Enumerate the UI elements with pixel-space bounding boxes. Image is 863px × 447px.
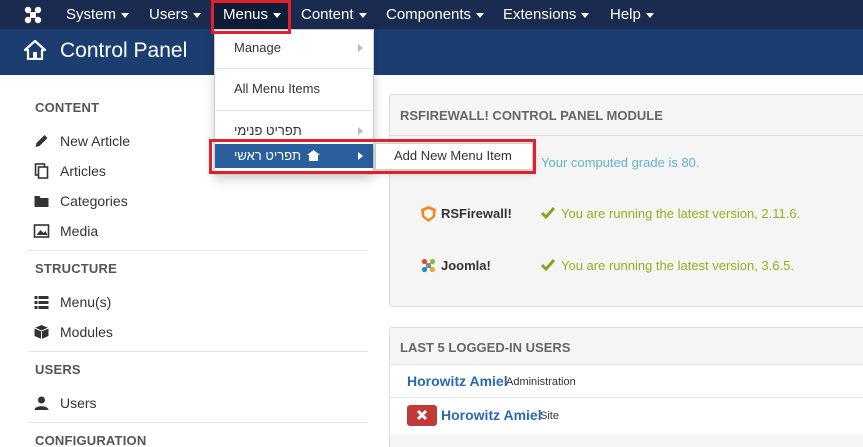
computed-grade: Your computed grade is 80. xyxy=(541,155,700,170)
sidebar-divider xyxy=(28,250,368,251)
dropdown-item-label: תפריט פנימי xyxy=(234,123,302,138)
check-icon xyxy=(541,259,555,271)
menu-system-label: System xyxy=(66,6,117,23)
caret-down-icon xyxy=(121,12,130,18)
page-title: Control Panel xyxy=(60,39,188,62)
menu-components-label: Components xyxy=(386,6,472,23)
menu-system[interactable]: System xyxy=(66,0,130,29)
menu-users-label: Users xyxy=(149,6,189,23)
sidebar-item-label: Menu(s) xyxy=(60,294,112,310)
rsfirewall-label: RSFirewall! xyxy=(441,206,512,221)
sidebar-item-users[interactable]: Users xyxy=(33,393,97,413)
menu-help[interactable]: Help xyxy=(610,0,654,29)
sidebar-item-label: Media xyxy=(60,223,99,239)
dropdown-divider xyxy=(215,110,373,111)
dropdown-item-label: All Menu Items xyxy=(234,81,320,96)
sidebar-item-label: Articles xyxy=(60,163,106,179)
dropdown-item-label: Manage xyxy=(234,40,281,55)
rsfirewall-shield-icon xyxy=(421,206,436,222)
chevron-right-icon xyxy=(358,44,363,52)
sidebar-heading-users: USERS xyxy=(35,362,81,377)
list-icon xyxy=(34,296,49,309)
user-icon xyxy=(34,396,49,410)
sidebar-heading-configuration: CONFIGURATION xyxy=(35,433,147,447)
user-location: Site xyxy=(540,410,559,422)
joomla-logo-icon[interactable] xyxy=(22,4,44,26)
annotation-highlight-add-item xyxy=(209,139,536,174)
menu-extensions-label: Extensions xyxy=(503,6,577,23)
sidebar-item-label: Categories xyxy=(60,193,128,209)
rsfirewall-version-status: You are running the latest version, 2.11… xyxy=(541,206,800,221)
home-icon xyxy=(24,40,46,60)
top-navbar: System Users Menus Content Components Ex… xyxy=(0,0,863,29)
folder-icon xyxy=(34,196,49,207)
grade-prefix: Your computed grade is xyxy=(541,155,682,170)
menu-content[interactable]: Content xyxy=(301,0,367,29)
menu-components[interactable]: Components xyxy=(386,0,485,29)
joomla-icon xyxy=(421,258,436,273)
sidebar-heading-content: CONTENT xyxy=(35,100,100,115)
user-name-link[interactable]: Horowitz Amiel xyxy=(441,407,542,423)
sidebar-item-label: Modules xyxy=(60,324,113,340)
sidebar-item-menus[interactable]: Menu(s) xyxy=(33,292,111,312)
sidebar-item-categories[interactable]: Categories xyxy=(33,191,128,211)
sidebar-item-label: New Article xyxy=(60,133,131,149)
dropdown-item-all-menu-items[interactable]: All Menu Items xyxy=(215,78,373,100)
menu-users[interactable]: Users xyxy=(149,0,202,29)
page-header: Control Panel xyxy=(0,29,863,75)
sidebar-item-new-article[interactable]: New Article xyxy=(33,131,130,151)
grade-value: 80 xyxy=(681,155,696,170)
stack-icon xyxy=(34,163,49,179)
sidebar-item-modules[interactable]: Modules xyxy=(33,322,113,342)
dropdown-item-manage[interactable]: Manage xyxy=(215,37,373,59)
rsfirewall-panel: RSFIREWALL! CONTROL PANEL MODULE xyxy=(389,94,863,307)
logout-user-button[interactable] xyxy=(407,405,437,426)
joomla-version-message: You are running the latest version, 3.6.… xyxy=(561,258,794,273)
joomla-label: Joomla! xyxy=(441,258,491,273)
logged-users-panel-title: LAST 5 LOGGED-IN USERS xyxy=(400,340,571,355)
rsfirewall-panel-title: RSFIREWALL! CONTROL PANEL MODULE xyxy=(400,108,663,123)
caret-down-icon xyxy=(581,12,590,18)
panel-divider xyxy=(390,135,863,136)
caret-down-icon xyxy=(358,12,367,18)
cube-icon xyxy=(34,325,49,339)
sidebar-item-articles[interactable]: Articles xyxy=(33,161,106,181)
image-icon xyxy=(33,224,50,238)
close-icon xyxy=(416,409,428,421)
check-icon xyxy=(541,207,555,219)
sidebar-item-media[interactable]: Media xyxy=(33,221,98,241)
caret-down-icon xyxy=(476,12,485,18)
menu-content-label: Content xyxy=(301,6,354,23)
annotation-highlight-menus xyxy=(211,0,291,34)
sidebar-heading-structure: STRUCTURE xyxy=(35,261,117,276)
user-name-link[interactable]: Horowitz Amiel xyxy=(407,373,508,389)
user-location: Administration xyxy=(506,376,576,388)
sidebar-divider xyxy=(28,351,368,352)
sidebar-item-label: Users xyxy=(60,395,97,411)
menu-help-label: Help xyxy=(610,6,641,23)
menu-extensions[interactable]: Extensions xyxy=(503,0,590,29)
grade-suffix: . xyxy=(695,155,700,170)
caret-down-icon xyxy=(645,12,654,18)
rsfirewall-version-message: You are running the latest version, 2.11… xyxy=(561,206,801,221)
caret-down-icon xyxy=(193,12,202,18)
pencil-icon xyxy=(35,135,48,147)
dropdown-divider xyxy=(215,68,373,69)
joomla-version-status: You are running the latest version, 3.6.… xyxy=(541,258,794,273)
sidebar-divider xyxy=(28,422,368,423)
chevron-right-icon xyxy=(358,127,363,135)
